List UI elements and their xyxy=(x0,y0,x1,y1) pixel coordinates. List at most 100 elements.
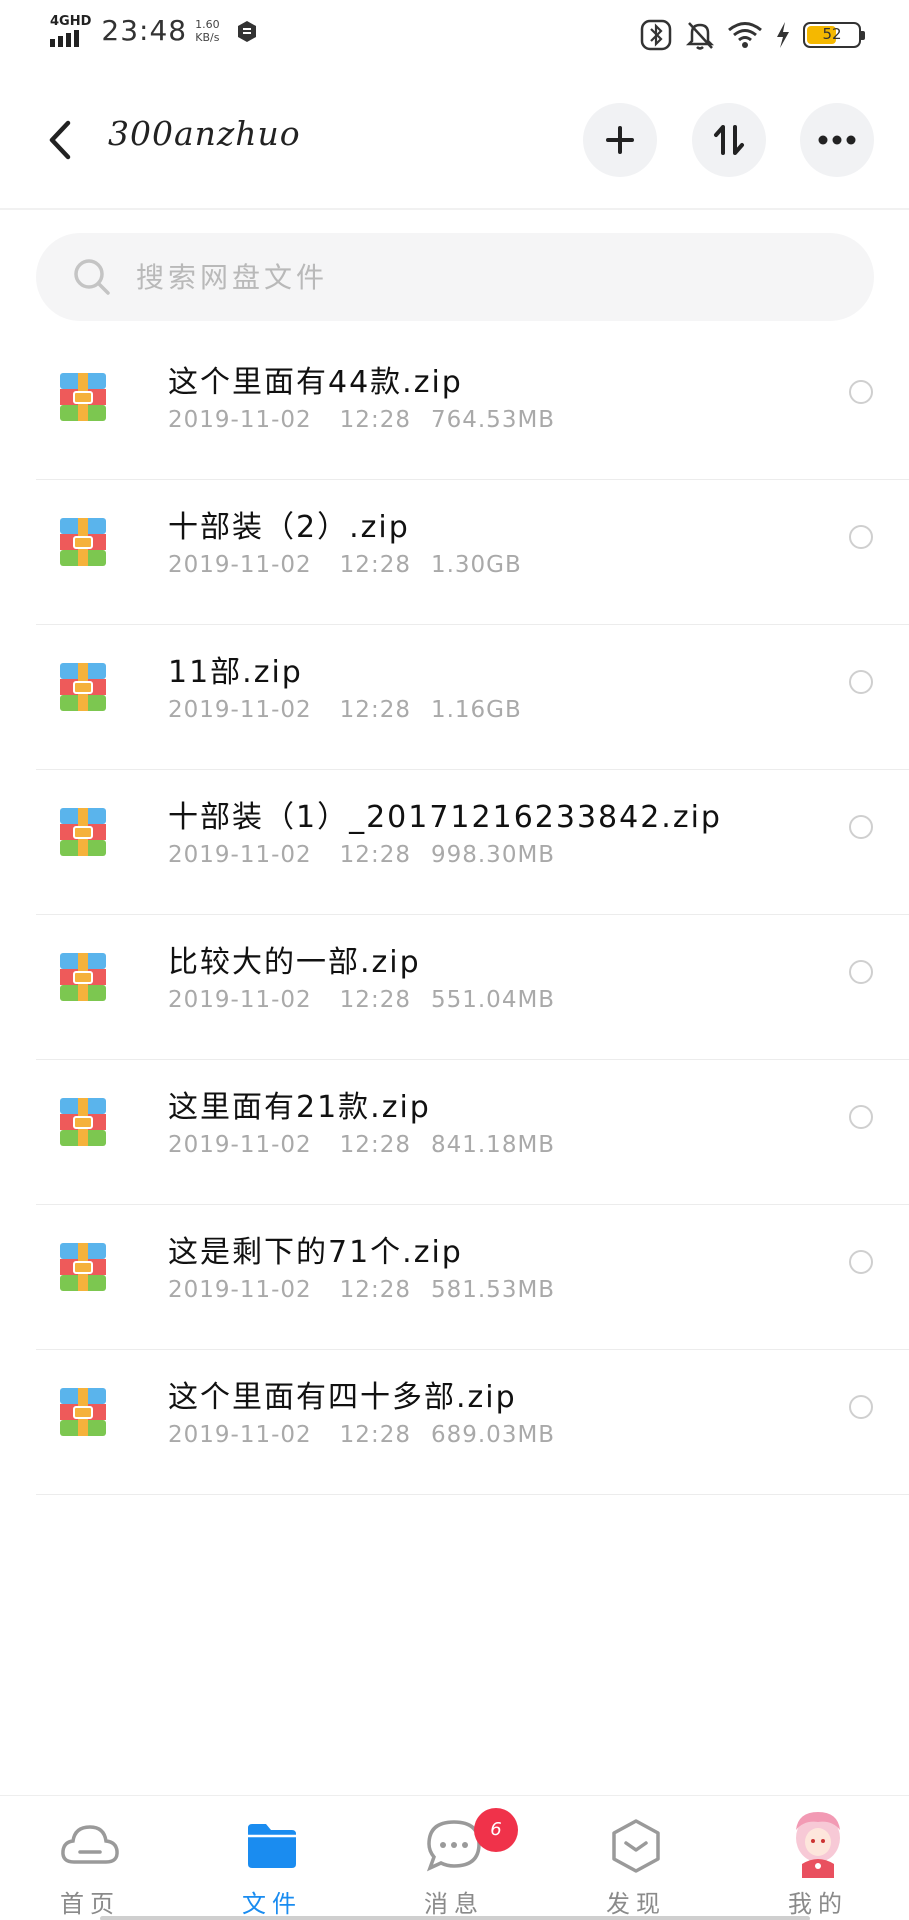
more-icon xyxy=(818,135,856,145)
file-row[interactable]: 这是剩下的71个.zip 2019-11-02 12:28 581.53MB xyxy=(36,1205,909,1350)
file-row[interactable]: 十部装（2）.zip 2019-11-02 12:28 1.30GB xyxy=(36,480,909,625)
file-date: 2019-11-02 xyxy=(168,1132,312,1158)
file-meta: 2019-11-02 12:28 998.30MB xyxy=(168,842,555,868)
bluetooth-icon xyxy=(640,19,672,51)
zip-archive-icon xyxy=(60,663,106,711)
file-size: 551.04MB xyxy=(430,987,556,1013)
file-row[interactable]: 十部装（1）_20171216233842.zip 2019-11-02 12:2… xyxy=(36,770,909,915)
search-input[interactable] xyxy=(136,260,736,294)
file-name: 11部.zip xyxy=(168,655,303,690)
add-icon xyxy=(606,126,634,154)
nav-item-discover[interactable]: 发现 xyxy=(576,1796,696,1920)
nav-label-mine: 我的 xyxy=(788,1890,848,1918)
file-meta: 2019-11-02 12:28 689.03MB xyxy=(168,1422,555,1448)
file-size: 581.53MB xyxy=(430,1277,556,1303)
page-title: 300anzhuo xyxy=(108,114,301,153)
nav-item-home[interactable]: 首页 xyxy=(30,1796,150,1920)
file-size: 998.30MB xyxy=(430,842,556,868)
status-bar: 4GHD 23:48 1.60 KB/s 52 xyxy=(0,0,909,70)
file-time: 12:28 xyxy=(339,552,411,578)
file-date: 2019-11-02 xyxy=(168,842,312,868)
nav-item-messages[interactable]: 6 消息 xyxy=(394,1796,518,1920)
search-icon xyxy=(74,259,110,295)
back-icon[interactable] xyxy=(38,115,82,165)
file-name: 这是剩下的71个.zip xyxy=(168,1235,463,1270)
file-size: 1.30GB xyxy=(430,552,522,578)
zip-archive-icon xyxy=(60,1243,106,1291)
file-meta: 2019-11-02 12:28 1.16GB xyxy=(168,697,522,723)
select-checkbox[interactable] xyxy=(849,1395,873,1419)
file-meta: 2019-11-02 12:28 551.04MB xyxy=(168,987,555,1013)
folder-icon xyxy=(248,1824,296,1868)
avatar xyxy=(796,1812,840,1878)
file-size: 1.16GB xyxy=(430,697,522,723)
select-checkbox[interactable] xyxy=(849,525,873,549)
file-list: 这个里面有44款.zip 2019-11-02 12:28 764.53MB 十部装… xyxy=(0,335,909,1495)
file-meta: 2019-11-02 12:28 581.53MB xyxy=(168,1277,555,1303)
file-time: 12:28 xyxy=(339,987,411,1013)
unread-badge: 6 xyxy=(474,1808,518,1852)
nav-label-home: 首页 xyxy=(60,1890,120,1918)
file-meta: 2019-11-02 12:28 764.53MB xyxy=(168,407,555,433)
charging-icon xyxy=(777,22,789,48)
zip-archive-icon xyxy=(60,953,106,1001)
nav-item-files[interactable]: 文件 xyxy=(212,1796,332,1920)
file-time: 12:28 xyxy=(339,842,411,868)
zip-archive-icon xyxy=(60,1388,106,1436)
nav-label-discover: 发现 xyxy=(606,1890,666,1918)
nav-item-mine[interactable]: 我的 xyxy=(758,1796,878,1920)
file-time: 12:28 xyxy=(339,407,411,433)
wifi-icon xyxy=(728,22,762,48)
file-size: 689.03MB xyxy=(430,1422,556,1448)
add-button[interactable] xyxy=(583,103,657,177)
network-type: 4GHD xyxy=(50,13,92,29)
file-name: 这里面有21款.zip xyxy=(168,1090,431,1125)
file-row[interactable]: 11部.zip 2019-11-02 12:28 1.16GB xyxy=(36,625,909,770)
zip-archive-icon xyxy=(60,808,106,856)
file-date: 2019-11-02 xyxy=(168,697,312,723)
cellular-signal: 4GHD xyxy=(50,15,91,47)
file-time: 12:28 xyxy=(339,1132,411,1158)
file-row[interactable]: 这个里面有44款.zip 2019-11-02 12:28 764.53MB xyxy=(36,335,909,480)
select-checkbox[interactable] xyxy=(849,1250,873,1274)
file-meta: 2019-11-02 12:28 1.30GB xyxy=(168,552,522,578)
signal-bars-icon xyxy=(50,29,91,47)
search-bar[interactable] xyxy=(36,233,874,321)
file-date: 2019-11-02 xyxy=(168,552,312,578)
file-name: 比较大的一部.zip xyxy=(168,945,421,980)
home-indicator[interactable] xyxy=(100,1916,810,1920)
battery-level: 52 xyxy=(822,25,842,43)
speed-unit: KB/s xyxy=(195,30,220,44)
file-date: 2019-11-02 xyxy=(168,407,312,433)
file-date: 2019-11-02 xyxy=(168,1277,312,1303)
file-date: 2019-11-02 xyxy=(168,987,312,1013)
status-time: 23:48 xyxy=(101,14,188,47)
select-checkbox[interactable] xyxy=(849,1105,873,1129)
file-row[interactable]: 这个里面有四十多部.zip 2019-11-02 12:28 689.03MB xyxy=(36,1350,909,1495)
nav-label-files: 文件 xyxy=(242,1890,302,1918)
file-row[interactable]: 这里面有21款.zip 2019-11-02 12:28 841.18MB xyxy=(36,1060,909,1205)
file-time: 12:28 xyxy=(339,697,411,723)
file-name: 十部装（1）_20171216233842.zip xyxy=(168,800,722,835)
more-button[interactable] xyxy=(800,103,874,177)
file-meta: 2019-11-02 12:28 841.18MB xyxy=(168,1132,555,1158)
cloud-icon xyxy=(61,1825,119,1864)
file-row[interactable]: 比较大的一部.zip 2019-11-02 12:28 551.04MB xyxy=(36,915,909,1060)
sort-button[interactable] xyxy=(692,103,766,177)
select-checkbox[interactable] xyxy=(849,815,873,839)
file-size: 764.53MB xyxy=(430,407,556,433)
file-time: 12:28 xyxy=(339,1277,411,1303)
discover-icon xyxy=(612,1819,660,1873)
header: 300anzhuo xyxy=(0,70,909,210)
file-name: 十部装（2）.zip xyxy=(168,510,410,545)
select-checkbox[interactable] xyxy=(849,960,873,984)
select-checkbox[interactable] xyxy=(849,670,873,694)
file-name: 这个里面有44款.zip xyxy=(168,365,463,400)
app-notification-icon xyxy=(237,20,256,42)
nav-label-messages: 消息 xyxy=(424,1890,484,1918)
file-size: 841.18MB xyxy=(430,1132,556,1158)
file-date: 2019-11-02 xyxy=(168,1422,312,1448)
zip-archive-icon xyxy=(60,1098,106,1146)
select-checkbox[interactable] xyxy=(849,380,873,404)
mute-icon xyxy=(685,22,715,50)
